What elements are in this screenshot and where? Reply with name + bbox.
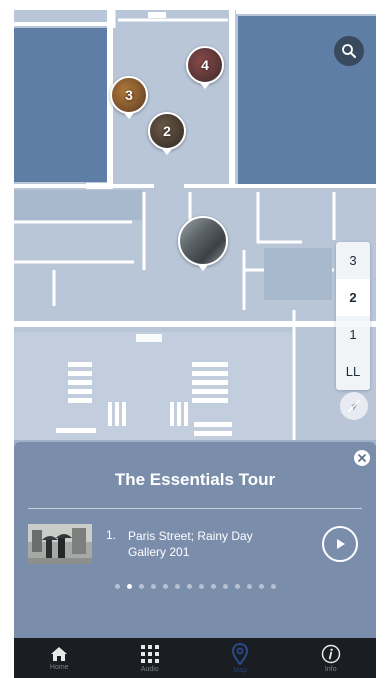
- pagination-dot[interactable]: [198, 584, 204, 589]
- search-icon: [342, 44, 356, 58]
- pagination-dot[interactable]: [270, 584, 276, 589]
- tab-info[interactable]: Info: [301, 644, 361, 673]
- tab-label: Home: [49, 663, 69, 671]
- tab-bar: Home Audio Map Info: [14, 638, 376, 678]
- pagination-dot[interactable]: [258, 584, 264, 589]
- tour-stop-item[interactable]: 1. Paris Street; Rainy Day Gallery 201: [28, 520, 362, 568]
- tour-stop-number: 1.: [106, 528, 117, 542]
- floor-picker: 3 2 1 LL: [336, 242, 370, 390]
- pagination-dot[interactable]: [174, 584, 180, 589]
- play-button[interactable]: [322, 526, 358, 562]
- pagination-dot-active[interactable]: [126, 584, 132, 589]
- close-icon: [358, 454, 366, 462]
- tour-title: The Essentials Tour: [114, 470, 276, 489]
- tab-map[interactable]: Map: [210, 642, 270, 674]
- keypad-icon: [140, 644, 159, 663]
- pagination-dot[interactable]: [186, 584, 192, 589]
- tour-stop-pin-3[interactable]: 3: [110, 76, 148, 114]
- floor-option[interactable]: LL: [336, 353, 370, 390]
- floor-option[interactable]: 1: [336, 316, 370, 353]
- pagination-dot[interactable]: [162, 584, 168, 589]
- close-panel-button[interactable]: [354, 450, 370, 466]
- floor-option[interactable]: 3: [336, 242, 370, 279]
- tab-audio[interactable]: Audio: [120, 644, 180, 673]
- play-icon: [337, 539, 345, 549]
- artwork-title: Paris Street; Rainy Day: [128, 529, 253, 543]
- tab-home[interactable]: Home: [29, 646, 89, 671]
- pin-label: 3: [125, 87, 133, 103]
- pagination-dot[interactable]: [246, 584, 252, 589]
- floor-option-active[interactable]: 2: [336, 279, 370, 316]
- tour-panel: The Essentials Tour 1. Paris Street; Rai…: [14, 442, 376, 638]
- locate-slash-icon: [347, 399, 361, 413]
- pin-label: 4: [201, 57, 209, 73]
- artwork-thumbnail: [28, 524, 92, 564]
- home-icon: [51, 646, 68, 661]
- tour-stop-text: Paris Street; Rainy Day Gallery 201: [128, 528, 253, 560]
- tab-label: Map: [233, 666, 248, 674]
- info-icon: [321, 644, 340, 663]
- pagination-dot[interactable]: [222, 584, 228, 589]
- gallery-location: Gallery 201: [128, 545, 190, 559]
- pagination-dot[interactable]: [138, 584, 144, 589]
- tour-stop-pin-2[interactable]: 2: [148, 112, 186, 150]
- location-pin-icon: [232, 642, 249, 665]
- locate-button[interactable]: [340, 392, 368, 420]
- tour-stop-pin-4[interactable]: 4: [186, 46, 224, 84]
- pin-label: 2: [163, 123, 171, 139]
- current-tour-stop-pin[interactable]: [178, 216, 228, 266]
- pagination-dot[interactable]: [150, 584, 156, 589]
- tab-label: Audio: [140, 665, 159, 673]
- pagination-dot[interactable]: [210, 584, 216, 589]
- pagination-dots: [14, 584, 376, 589]
- tab-label: Info: [324, 665, 337, 673]
- pagination-dot[interactable]: [114, 584, 120, 589]
- app-frame: 3 4 2 3 2 1 LL The Essentials Tour 1. Pa…: [14, 10, 376, 678]
- pagination-dot[interactable]: [234, 584, 240, 589]
- search-button[interactable]: [334, 36, 364, 66]
- floor-map[interactable]: 3 4 2 3 2 1 LL: [14, 10, 376, 440]
- divider: [28, 508, 362, 509]
